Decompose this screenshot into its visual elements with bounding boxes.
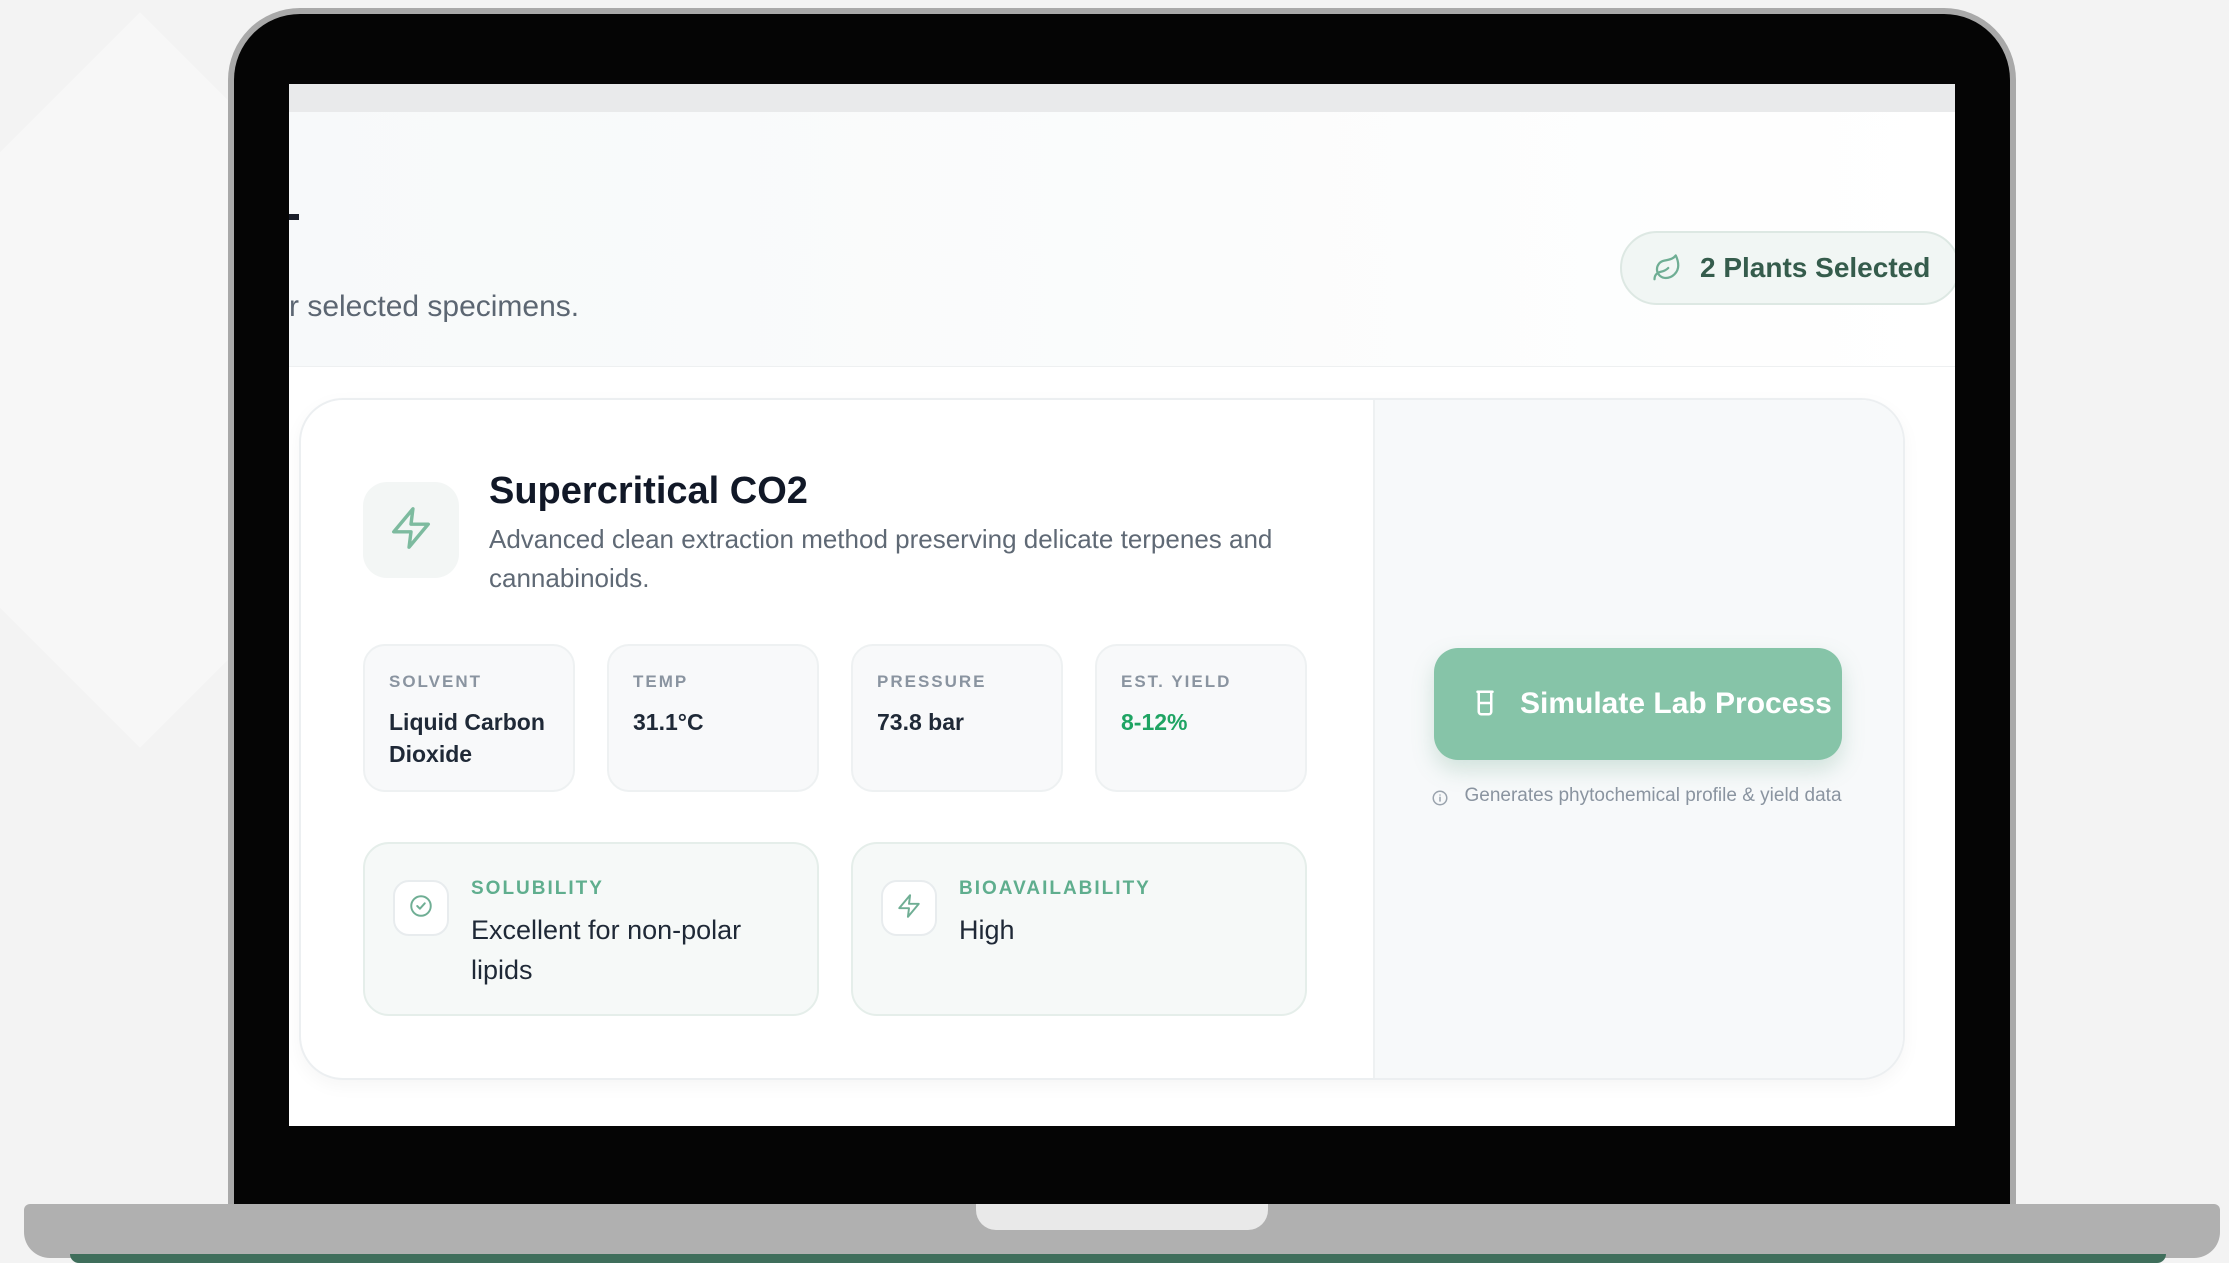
page-title-fragment [289,214,299,220]
laptop-base-shadow [70,1254,2166,1263]
info-icon [1431,789,1449,812]
stat-solvent: SOLVENT Liquid Carbon Dioxide [363,644,575,792]
screen: r selected specimens. 2 Plants Selected [289,84,1955,1126]
method-title: Supercritical CO2 [489,470,808,512]
beaker-icon [1470,686,1500,723]
feature-icon-tile [393,880,449,936]
feature-label: SOLUBILITY [471,878,604,899]
stat-est-yield: EST. YIELD 8-12% [1095,644,1307,792]
stat-label: SOLVENT [389,672,483,691]
stat-label: TEMP [633,672,689,691]
simulate-hint-text: Generates phytochemical profile & yield … [1464,785,1842,806]
feature-icon-tile [881,880,937,936]
lightning-icon [896,893,922,924]
stat-temp: TEMP 31.1°C [607,644,819,792]
method-description: Advanced clean extraction method preserv… [489,524,1273,593]
leaf-icon [1652,253,1682,283]
laptop-notch [976,1204,1268,1230]
page-header: r selected specimens. 2 Plants Selected [289,112,1955,367]
stat-value: 31.1°C [633,709,704,735]
check-circle-icon [408,893,434,924]
stat-value: 73.8 bar [877,709,964,735]
stat-value: Liquid Carbon Dioxide [389,709,545,767]
plants-selected-label: 2 Plants Selected [1700,252,1931,283]
simulate-hint: Generates phytochemical profile & yield … [1431,781,1851,812]
simulate-button-label: Simulate Lab Process [1520,687,1832,720]
scene: r selected specimens. 2 Plants Selected [0,0,2229,1263]
stat-value: 8-12% [1121,709,1188,735]
stat-label: EST. YIELD [1121,672,1232,691]
plants-selected-badge[interactable]: 2 Plants Selected [1620,231,1955,305]
feature-value: Excellent for non-polar lipids [471,915,742,985]
lightning-icon [388,505,434,556]
feature-value: High [959,915,1015,945]
feature-bioavailability: BIOAVAILABILITY High [851,842,1307,1016]
stat-label: PRESSURE [877,672,987,691]
simulate-lab-process-button[interactable]: Simulate Lab Process [1434,648,1842,760]
browser-top-bar [289,84,1955,112]
method-icon-tile [363,482,459,578]
page-subtitle: r selected specimens. [289,290,580,323]
feature-label: BIOAVAILABILITY [959,878,1151,899]
feature-solubility: SOLUBILITY Excellent for non-polar lipid… [363,842,819,1016]
stat-pressure: PRESSURE 73.8 bar [851,644,1063,792]
